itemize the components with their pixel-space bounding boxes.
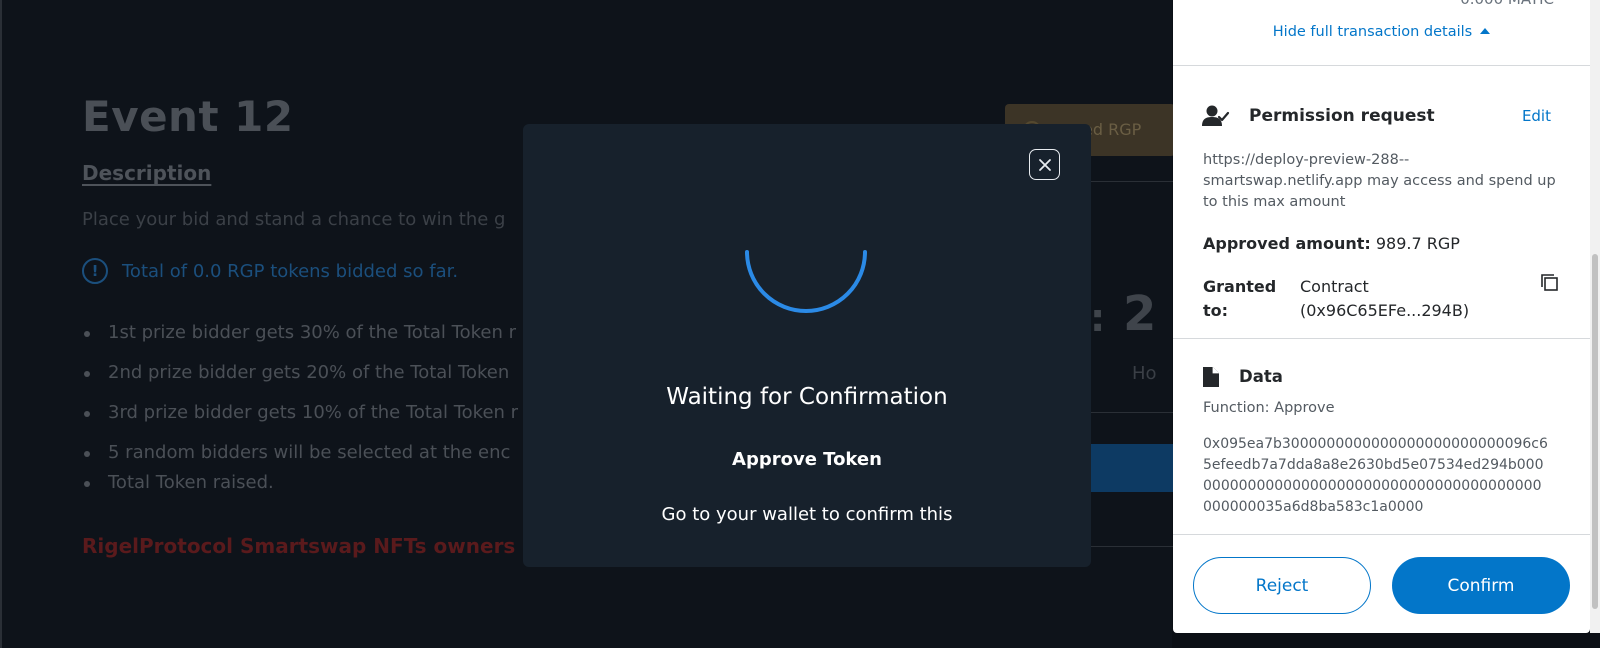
modal-title: Waiting for Confirmation (666, 384, 948, 410)
permission-request-title: Permission request (1249, 106, 1435, 126)
granted-to-value-line: Contract (1300, 277, 1369, 296)
close-icon (1038, 158, 1051, 171)
hide-details-label: Hide full transaction details (1272, 24, 1473, 40)
timer-hours-value: 2 (1123, 286, 1157, 342)
document-icon (1203, 367, 1219, 387)
list-item: 1st prize bidder gets 30% of the Total T… (82, 318, 518, 348)
confirm-button[interactable]: Confirm (1392, 557, 1570, 614)
modal-message: Go to your wallet to confirm this (661, 504, 953, 525)
wallet-confirmation-panel: 0.000 MATIC Hide full transaction detail… (1173, 0, 1590, 633)
caret-up-icon (1480, 28, 1491, 34)
divider (1173, 338, 1590, 339)
granted-to-label-line: Granted (1203, 277, 1277, 296)
nft-owners-notice: RigelProtocol Smartswap NFTs owners onl (82, 534, 558, 558)
divider (1173, 65, 1590, 66)
approved-amount: Approved amount: 989.7 RGP (1203, 234, 1460, 253)
bid-total-info: ! Total of 0.0 RGP tokens bidded so far. (82, 258, 458, 284)
data-section-title: Data (1239, 367, 1283, 386)
waiting-confirmation-modal: Waiting for Confirmation Approve Token G… (523, 124, 1091, 567)
list-item: 5 random bidders will be selected at the… (82, 438, 518, 468)
function-line: Function: Approve (1203, 400, 1335, 416)
granted-to-label: Granted to: (1203, 275, 1276, 323)
bid-total-text: Total of 0.0 RGP tokens bidded so far. (122, 260, 459, 282)
event-title: Event 12 (82, 92, 294, 141)
function-label: Function: (1203, 400, 1270, 416)
copy-icon[interactable] (1540, 273, 1560, 293)
granted-to-value: Contract (0x96C65EFe...294B) (1300, 275, 1469, 323)
close-button[interactable] (1029, 149, 1060, 180)
contract-address: (0x96C65EFe...294B) (1300, 301, 1470, 320)
list-item-continuation: Total Token raised. (82, 468, 518, 498)
prize-list: 1st prize bidder gets 30% of the Total T… (82, 318, 518, 508)
hide-details-link[interactable]: Hide full transaction details (1173, 24, 1590, 40)
description-heading: Description (82, 161, 212, 185)
modal-subtitle: Approve Token (732, 449, 882, 470)
function-value: Approve (1274, 400, 1335, 416)
scrollbar-thumb[interactable] (1592, 254, 1598, 609)
approved-amount-value: 989.7 RGP (1375, 234, 1460, 253)
network-fee-value: 0.000 MATIC (1460, 0, 1554, 8)
timer-separator: : (1090, 296, 1106, 340)
info-icon: ! (82, 258, 108, 284)
reject-button[interactable]: Reject (1193, 557, 1371, 614)
list-item: 3rd prize bidder gets 10% of the Total T… (82, 398, 518, 428)
list-item-text: Total Token raised. (108, 472, 274, 493)
list-item-text: 5 random bidders will be selected at the… (108, 442, 511, 463)
user-check-icon (1202, 105, 1230, 126)
description-text: Place your bid and stand a chance to win… (82, 209, 506, 230)
hex-data: 0x095ea7b3000000000000000000000000096c65… (1203, 436, 1548, 515)
list-item: 2nd prize bidder gets 20% of the Total T… (82, 358, 518, 388)
divider (1173, 534, 1590, 535)
approved-amount-label: Approved amount: (1203, 234, 1371, 253)
timer-hours-label: Ho (1132, 363, 1157, 384)
loading-spinner (745, 250, 867, 313)
granted-to-label-line: to: (1203, 301, 1229, 320)
edit-permission-link[interactable]: Edit (1522, 107, 1551, 125)
permission-description: https://deploy-preview-288--smartswap.ne… (1203, 152, 1556, 210)
